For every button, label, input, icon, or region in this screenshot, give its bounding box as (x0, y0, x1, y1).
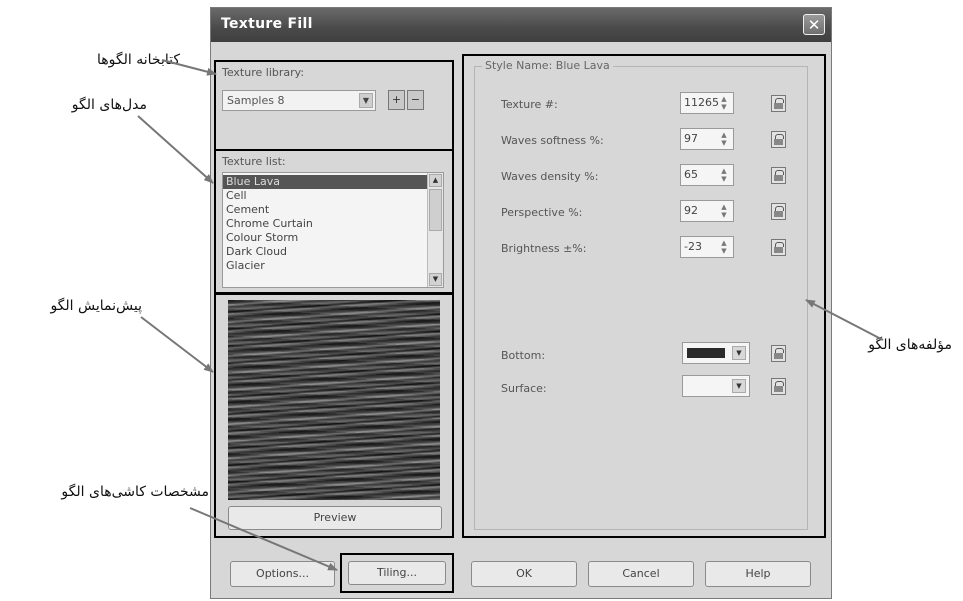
list-item[interactable]: Cement (223, 203, 443, 217)
annotation-texture-preview: پیش‌نمایش الگو (50, 298, 142, 314)
annotation-texture-params: مؤلفه‌های الگو (868, 337, 952, 353)
color-swatch (687, 348, 725, 358)
texture-fill-dialog: Texture Fill ✕ Texture library: Samples … (210, 7, 832, 599)
texture-library-value: Samples 8 (227, 94, 285, 107)
spinner-icon[interactable]: ▲ ▼ (717, 95, 731, 111)
param-value: 11265 (684, 96, 719, 109)
tiling-highlight: Tiling... (340, 553, 454, 593)
cancel-button[interactable]: Cancel (588, 561, 694, 587)
arrow-texture-list (137, 115, 214, 184)
texture-preview-section: Preview (214, 293, 454, 538)
lock-icon[interactable] (771, 131, 786, 148)
chevron-up-icon[interactable]: ▲ (429, 174, 442, 187)
texture-library-section: Texture library: Samples 8 ▼ + − (214, 60, 454, 151)
lock-icon[interactable] (771, 95, 786, 112)
param-value: 97 (684, 132, 698, 145)
annotation-tiling: مشخصات کاشی‌های الگو (61, 484, 209, 500)
list-item[interactable]: Blue Lava (223, 175, 443, 189)
texture-list-label: Texture list: (222, 155, 286, 168)
param-label: Waves density %: (501, 170, 599, 183)
param-value: -23 (684, 240, 702, 253)
bottom-color-picker[interactable]: ▼ (682, 342, 750, 364)
plus-icon[interactable]: + (388, 90, 405, 110)
waves-density-stepper[interactable]: 65 ▲ ▼ (680, 164, 734, 186)
chevron-down-icon: ▼ (732, 379, 746, 393)
lock-icon[interactable] (771, 167, 786, 184)
chevron-down-icon: ▼ (359, 93, 373, 108)
arrow-texture-preview (140, 316, 214, 373)
texture-library-label: Texture library: (222, 66, 305, 79)
lock-icon[interactable] (771, 345, 786, 362)
chevron-down-icon: ▼ (732, 346, 746, 360)
param-value: 65 (684, 168, 698, 181)
close-icon[interactable]: ✕ (803, 14, 825, 35)
color-swatch (687, 381, 725, 391)
param-label: Surface: (501, 382, 547, 395)
param-label: Perspective %: (501, 206, 583, 219)
list-item[interactable]: Colour Storm (223, 231, 443, 245)
waves-softness-stepper[interactable]: 97 ▲ ▼ (680, 128, 734, 150)
param-value: 92 (684, 204, 698, 217)
minus-icon[interactable]: − (407, 90, 424, 110)
surface-color-picker[interactable]: ▼ (682, 375, 750, 397)
title-bar[interactable]: Texture Fill ✕ (211, 8, 831, 42)
texture-listbox[interactable]: Blue Lava Cell Cement Chrome Curtain Col… (222, 172, 444, 288)
spinner-icon[interactable]: ▲ ▼ (717, 203, 731, 219)
list-item[interactable]: Cell (223, 189, 443, 203)
options-button[interactable]: Options... (230, 561, 335, 587)
lock-icon[interactable] (771, 203, 786, 220)
lock-icon[interactable] (771, 378, 786, 395)
spinner-icon[interactable]: ▲ ▼ (717, 131, 731, 147)
list-item[interactable]: Chrome Curtain (223, 217, 443, 231)
param-label: Texture #: (501, 98, 558, 111)
texture-params-section: Style Name: Blue Lava Texture #: 11265 ▲… (462, 54, 826, 538)
ok-button[interactable]: OK (471, 561, 577, 587)
param-label: Waves softness %: (501, 134, 604, 147)
style-name: Style Name: Blue Lava (482, 59, 613, 72)
texture-list-section: Texture list: Blue Lava Cell Cement Chro… (214, 149, 454, 294)
param-label: Bottom: (501, 349, 546, 362)
tiling-button[interactable]: Tiling... (348, 561, 446, 585)
texture-number-stepper[interactable]: 11265 ▲ ▼ (680, 92, 734, 114)
help-button[interactable]: Help (705, 561, 811, 587)
perspective-stepper[interactable]: 92 ▲ ▼ (680, 200, 734, 222)
list-item[interactable]: Dark Cloud (223, 245, 443, 259)
texture-library-dropdown[interactable]: Samples 8 ▼ (222, 90, 376, 111)
param-label: Brightness ±%: (501, 242, 587, 255)
chevron-down-icon[interactable]: ▼ (429, 273, 442, 286)
texture-preview-image (228, 300, 440, 500)
list-item[interactable]: Glacier (223, 259, 443, 273)
spinner-icon[interactable]: ▲ ▼ (717, 239, 731, 255)
spinner-icon[interactable]: ▲ ▼ (717, 167, 731, 183)
lock-icon[interactable] (771, 239, 786, 256)
annotation-texture-list: مدل‌های الگو (71, 97, 147, 113)
preview-button[interactable]: Preview (228, 506, 442, 530)
list-scrollbar[interactable]: ▲ ▼ (427, 173, 443, 287)
scrollbar-thumb[interactable] (429, 189, 442, 231)
dialog-title: Texture Fill (221, 16, 313, 32)
brightness-stepper[interactable]: -23 ▲ ▼ (680, 236, 734, 258)
annotation-texture-library: کتابخانه الگوها (97, 52, 180, 68)
